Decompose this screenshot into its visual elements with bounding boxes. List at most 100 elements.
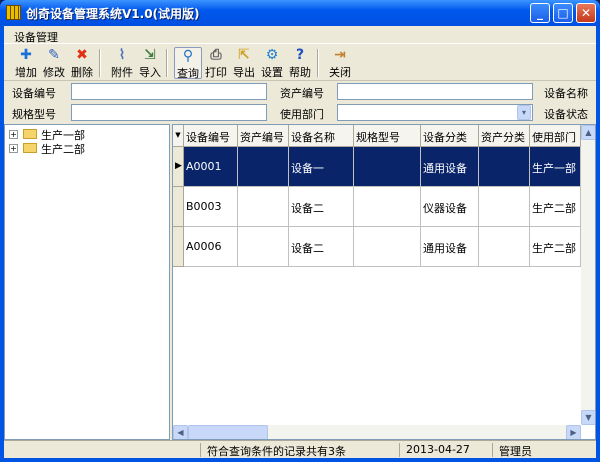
row-indicator[interactable]: ▶: [173, 147, 184, 187]
import-icon: ⇲: [144, 47, 156, 63]
table-cell[interactable]: 生产二部: [530, 227, 581, 267]
tree-node-label: 生产二部: [41, 143, 85, 156]
folder-icon: [23, 129, 37, 139]
paperclip-icon: ⌇: [118, 47, 126, 63]
row-indicator[interactable]: [173, 187, 184, 227]
column-header[interactable]: 规格型号: [354, 125, 421, 147]
app-window: 创奇设备管理系统V1.0(试用版) _ □ ✕ 设备管理 ✚ 增加 ✎ 修改 ✖ 删除 ⌇ 附…: [0, 0, 600, 462]
folder-icon: [23, 143, 37, 153]
table-cell[interactable]: [354, 187, 421, 227]
table-cell[interactable]: [354, 227, 421, 267]
table-cell[interactable]: 设备二: [289, 187, 354, 227]
help-icon: ?: [295, 47, 305, 63]
column-header[interactable]: 设备分类: [421, 125, 479, 147]
department-tree: + 生产一部 + 生产二部: [4, 124, 170, 440]
table-cell[interactable]: [238, 147, 289, 187]
status-label: 设备状态: [544, 108, 588, 121]
horizontal-scrollbar[interactable]: ◀ ▶: [173, 425, 581, 439]
close-button[interactable]: ⇥ 关闭: [326, 47, 354, 80]
table-cell[interactable]: [479, 227, 530, 267]
help-button[interactable]: ? 帮助: [286, 47, 314, 80]
column-header[interactable]: 设备名称: [289, 125, 354, 147]
scroll-left-icon[interactable]: ◀: [173, 425, 188, 439]
table-cell[interactable]: A0006: [184, 227, 238, 267]
expand-icon[interactable]: +: [9, 130, 18, 139]
query-button[interactable]: ⚲ 查询: [174, 47, 202, 80]
print-button[interactable]: ⎙ 打印: [202, 47, 230, 80]
column-header[interactable]: 使用部门: [530, 125, 581, 147]
spec-label: 规格型号: [12, 108, 56, 121]
gear-icon: ⚙: [265, 47, 279, 63]
query-label: 查询: [177, 67, 199, 80]
table-cell[interactable]: 设备一: [289, 147, 354, 187]
chevron-down-icon[interactable]: ▾: [517, 105, 531, 120]
import-button[interactable]: ⇲ 导入: [136, 47, 164, 80]
minimize-button[interactable]: _: [530, 3, 550, 23]
plus-icon: ✚: [20, 47, 32, 63]
table-cell[interactable]: 通用设备: [421, 147, 479, 187]
table-cell[interactable]: 生产二部: [530, 187, 581, 227]
menu-bar: 设备管理: [4, 26, 596, 44]
delete-label: 删除: [71, 66, 93, 79]
pencil-icon: ✎: [48, 47, 60, 63]
close-window-button[interactable]: ✕: [576, 3, 596, 23]
table-cell[interactable]: [479, 147, 530, 187]
grid-corner: ▼: [173, 125, 184, 147]
status-date: 2013-04-27: [399, 443, 470, 457]
delete-x-icon: ✖: [76, 47, 88, 63]
vertical-scrollbar[interactable]: ▲ ▼: [581, 125, 595, 425]
expand-icon[interactable]: +: [9, 144, 18, 153]
attach-label: 附件: [111, 66, 133, 79]
scroll-right-icon[interactable]: ▶: [566, 425, 581, 439]
delete-button[interactable]: ✖ 删除: [68, 47, 96, 80]
title-bar: 创奇设备管理系统V1.0(试用版) _ □ ✕: [0, 0, 600, 26]
add-button[interactable]: ✚ 增加: [12, 47, 40, 80]
toolbar: ✚ 增加 ✎ 修改 ✖ 删除 ⌇ 附件 ⇲ 导入 ⚲ 查询 ⎙ 打印 ⇱ 导出 ⚙ 设置? 帮助 ⇥ 关闭: [4, 45, 596, 81]
department-select[interactable]: ▾: [337, 104, 533, 121]
export-button[interactable]: ⇱ 导出: [230, 47, 258, 80]
table-cell[interactable]: 仪器设备: [421, 187, 479, 227]
export-icon: ⇱: [238, 47, 250, 63]
spec-input[interactable]: [71, 104, 267, 121]
menu-device-management[interactable]: 设备管理: [14, 29, 58, 45]
import-label: 导入: [139, 66, 161, 79]
column-header[interactable]: 资产编号: [238, 125, 289, 147]
toolbar-separator: [317, 49, 319, 77]
client-area: 设备管理 ✚ 增加 ✎ 修改 ✖ 删除 ⌇ 附件 ⇲ 导入 ⚲ 查询 ⎙ 打印 ⇱ 导出 ⚙ 设置? 帮助 ⇥ 关闭 设…: [4, 26, 596, 458]
table-cell[interactable]: 设备二: [289, 227, 354, 267]
table-cell[interactable]: [354, 147, 421, 187]
help-label: 帮助: [289, 66, 311, 79]
status-user: 管理员: [492, 443, 532, 458]
device-grid: ▶ A0001 设备一 通用设备 生产一部 B0003 设备二 仪器设备 生产二部 A0006 设备…: [172, 124, 596, 440]
print-label: 打印: [205, 66, 227, 79]
scroll-thumb[interactable]: [188, 425, 268, 439]
asset-no-input[interactable]: [337, 83, 533, 100]
maximize-button[interactable]: □: [553, 3, 573, 23]
edit-button[interactable]: ✎ 修改: [40, 47, 68, 80]
close-label: 关闭: [329, 66, 351, 79]
magnifier-icon: ⚲: [182, 48, 194, 64]
edit-label: 修改: [43, 66, 65, 79]
scroll-down-icon[interactable]: ▼: [581, 410, 595, 425]
table-cell[interactable]: [238, 227, 289, 267]
app-icon: [6, 5, 21, 20]
toolbar-separator: [99, 49, 101, 77]
device-no-input[interactable]: [71, 83, 267, 100]
table-cell[interactable]: 生产一部: [530, 147, 581, 187]
device-no-label: 设备编号: [12, 87, 56, 100]
table-cell[interactable]: B0003: [184, 187, 238, 227]
column-header[interactable]: 资产分类: [479, 125, 530, 147]
table-cell[interactable]: 通用设备: [421, 227, 479, 267]
status-bar: 符合查询条件的记录共有3条 2013-04-27 管理员: [4, 440, 596, 458]
row-indicator[interactable]: [173, 227, 184, 267]
table-cell[interactable]: A0001: [184, 147, 238, 187]
table-cell[interactable]: [238, 187, 289, 227]
table-cell[interactable]: [479, 187, 530, 227]
current-row-icon: ▶: [175, 161, 182, 171]
scroll-up-icon[interactable]: ▲: [581, 125, 595, 140]
exit-door-icon: ⇥: [334, 47, 346, 63]
column-header[interactable]: 设备编号: [184, 125, 238, 147]
settings-label: 设置: [261, 66, 283, 79]
settings-button[interactable]: ⚙ 设置: [258, 47, 286, 80]
attach-button[interactable]: ⌇ 附件: [108, 47, 136, 80]
